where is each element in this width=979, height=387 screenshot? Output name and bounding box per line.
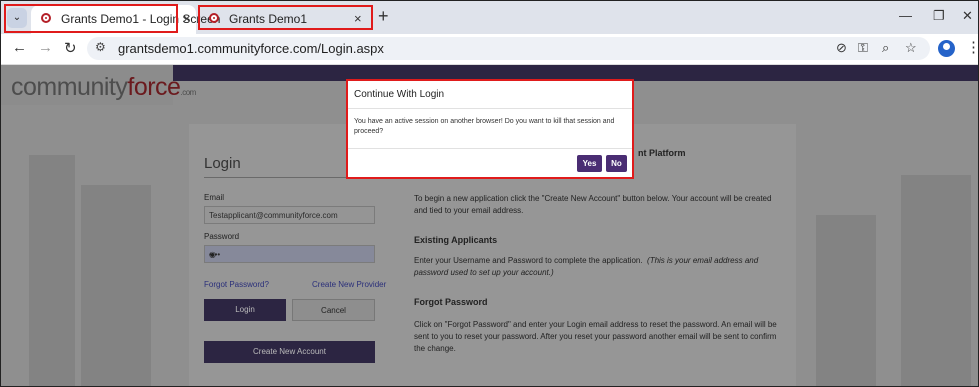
continue-login-dialog: Continue With Login You have an active s… xyxy=(346,79,634,179)
close-window-button[interactable]: ✕ xyxy=(962,8,973,24)
forgot-password-link[interactable]: Forgot Password? xyxy=(204,280,269,289)
email-label: Email xyxy=(204,193,225,202)
logo-text: community xyxy=(11,73,128,101)
divider xyxy=(348,148,632,149)
show-password-icon[interactable]: ◉ xyxy=(209,250,370,259)
background-tower xyxy=(901,175,971,386)
existing-instructions: Enter your Username and Password to comp… xyxy=(414,256,643,265)
login-title: Login xyxy=(204,155,241,172)
browser-toolbar: ← → ↻ ⚙ grantsdemo1.communityforce.com/L… xyxy=(1,34,978,65)
minimize-button[interactable]: — xyxy=(899,8,912,23)
email-field[interactable]: Testapplicant@communityforce.com xyxy=(204,206,375,224)
site-info-icon[interactable]: ⚙ xyxy=(95,40,106,54)
highlight-box-tab1 xyxy=(4,4,178,33)
browser-window: ⌄ Grants Demo1 - Login Screen × Grants D… xyxy=(0,0,979,387)
menu-icon[interactable]: ⋮ xyxy=(966,38,978,56)
yes-button[interactable]: Yes xyxy=(577,155,602,172)
login-button[interactable]: Login xyxy=(204,299,286,321)
no-button[interactable]: No xyxy=(606,155,627,172)
platform-heading: nt Platform xyxy=(638,148,686,158)
create-provider-link[interactable]: Create New Provider xyxy=(312,280,386,289)
forward-button[interactable]: → xyxy=(38,39,53,56)
background-tower xyxy=(816,215,876,386)
tab-strip: ⌄ Grants Demo1 - Login Screen × Grants D… xyxy=(1,1,978,34)
forgot-text: Click on "Forgot Password" and enter you… xyxy=(414,320,777,353)
zoom-icon[interactable]: ⌕ xyxy=(882,40,889,56)
address-bar[interactable]: ⚙ grantsdemo1.communityforce.com/Login.a… xyxy=(87,37,930,60)
cancel-button[interactable]: Cancel xyxy=(292,299,375,321)
close-tab-icon[interactable]: × xyxy=(183,11,191,26)
password-label: Password xyxy=(204,232,240,241)
logo-suffix: .com xyxy=(180,88,196,97)
reload-button[interactable]: ↻ xyxy=(64,39,77,57)
forgot-heading: Forgot Password xyxy=(414,297,488,307)
dialog-title: Continue With Login xyxy=(354,89,445,100)
logo-text-accent: force xyxy=(127,73,181,101)
communityforce-logo: communityforce.com xyxy=(11,73,196,102)
profile-avatar[interactable] xyxy=(938,40,955,57)
dialog-message: You have an active session on another br… xyxy=(354,118,615,135)
new-tab-button[interactable]: + xyxy=(378,6,389,27)
logo-area: communityforce.com xyxy=(1,65,196,105)
eye-off-icon[interactable]: ⊘ xyxy=(836,40,847,56)
create-account-button[interactable]: Create New Account xyxy=(204,341,375,363)
background-tower xyxy=(29,155,75,386)
new-applicant-text: To begin a new application click the "Cr… xyxy=(414,194,772,215)
highlight-box-tab2 xyxy=(198,5,373,30)
key-icon[interactable]: ⚿ xyxy=(858,40,868,56)
password-field[interactable]: •••• ◉ xyxy=(204,245,375,263)
restore-button[interactable]: ❐ xyxy=(933,8,945,24)
bookmark-star-icon[interactable]: ☆ xyxy=(905,40,917,56)
background-tower xyxy=(81,185,151,386)
url-text[interactable]: grantsdemo1.communityforce.com/Login.asp… xyxy=(118,41,384,56)
existing-text: Enter your Username and Password to comp… xyxy=(414,255,764,279)
divider xyxy=(348,108,632,109)
existing-heading: Existing Applicants xyxy=(414,235,498,245)
email-value: Testapplicant@communityforce.com xyxy=(209,211,338,220)
back-button[interactable]: ← xyxy=(12,39,27,56)
